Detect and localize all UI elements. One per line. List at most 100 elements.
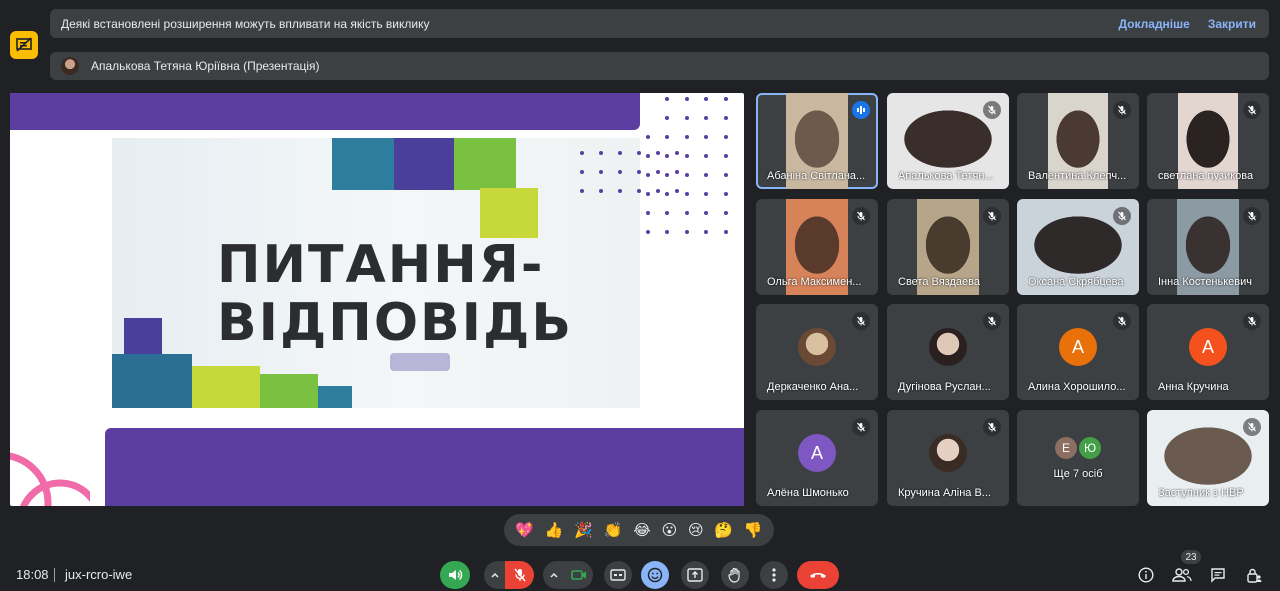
block-lime bbox=[480, 188, 538, 238]
camera-options-button[interactable] bbox=[543, 561, 565, 589]
slide-dot bbox=[685, 230, 689, 234]
slide-dot bbox=[685, 97, 689, 101]
captions-button[interactable] bbox=[604, 561, 632, 589]
party-popper-icon[interactable]: 🎉 bbox=[574, 521, 593, 539]
participant-name: Алёна Шмонько bbox=[767, 487, 849, 499]
participant-avatar bbox=[929, 328, 967, 366]
raise-hand-button[interactable] bbox=[721, 561, 749, 589]
mic-off-icon bbox=[852, 207, 870, 225]
participant-tile[interactable]: Деркаченко Ана... bbox=[756, 304, 878, 400]
captions-icon bbox=[610, 569, 626, 581]
slide-dot bbox=[599, 189, 603, 193]
presentation-indicator-icon[interactable] bbox=[10, 31, 38, 59]
mic-off-icon bbox=[852, 418, 870, 436]
audio-output-button[interactable] bbox=[440, 561, 470, 589]
participant-initial-avatar: Е bbox=[1055, 437, 1077, 459]
slide-bottom-band bbox=[105, 428, 744, 506]
participant-tile[interactable]: Света Вяздаева bbox=[887, 199, 1009, 295]
participant-tile[interactable]: А Алина Хорошило... bbox=[1017, 304, 1139, 400]
presentation-slide: ПИТАННЯ- ВІДПОВІДЬ bbox=[10, 93, 744, 506]
chevron-up-icon bbox=[491, 572, 499, 578]
participant-tile[interactable]: светлана пузикова bbox=[1147, 93, 1269, 189]
mic-off-icon bbox=[983, 101, 1001, 119]
lock-person-icon bbox=[1247, 568, 1262, 583]
slide-dot bbox=[704, 173, 708, 177]
slide-dot bbox=[704, 154, 708, 158]
participant-tile[interactable]: А Анна Кручина bbox=[1147, 304, 1269, 400]
slide-dot bbox=[618, 170, 622, 174]
slide-dot bbox=[675, 189, 679, 193]
leave-call-button[interactable] bbox=[797, 561, 839, 589]
extensions-warning-banner: Деякі встановлені розширення можуть впли… bbox=[50, 9, 1269, 38]
participant-name: Ольга Максимен... bbox=[767, 276, 862, 288]
mic-options-button[interactable] bbox=[484, 561, 506, 589]
participant-name: Деркаченко Ана... bbox=[767, 381, 859, 393]
participant-tile[interactable]: Дугінова Руслан... bbox=[887, 304, 1009, 400]
slide-dot bbox=[665, 97, 669, 101]
slide-dot bbox=[704, 192, 708, 196]
slide-dot bbox=[599, 151, 603, 155]
surprised-icon[interactable]: 😮 bbox=[662, 521, 678, 539]
meeting-details-button[interactable] bbox=[1135, 564, 1157, 586]
slide-dot bbox=[724, 97, 728, 101]
slide-top-band bbox=[10, 93, 640, 130]
participant-tile[interactable]: Заступник з НВР bbox=[1147, 410, 1269, 506]
participant-tile[interactable]: Валентина Клепч... bbox=[1017, 93, 1139, 189]
thinking-icon[interactable]: 🤔 bbox=[714, 521, 733, 539]
participant-tile[interactable]: Інна Костенькевич bbox=[1147, 199, 1269, 295]
chat-button[interactable] bbox=[1207, 564, 1229, 586]
emoji-icon bbox=[647, 567, 663, 583]
slide-dot bbox=[685, 135, 689, 139]
more-participants-avatars: ЕЮ bbox=[1055, 437, 1101, 459]
clock: 18:08 bbox=[16, 567, 49, 582]
block-teal-low bbox=[318, 386, 352, 408]
block-blue bbox=[112, 354, 192, 408]
block-purple bbox=[394, 138, 456, 190]
thumbs-down-icon[interactable]: 👎 bbox=[744, 521, 763, 539]
slide-dot bbox=[665, 192, 669, 196]
camera-toggle-button[interactable] bbox=[564, 561, 593, 589]
laughing-icon[interactable]: 😂 bbox=[633, 521, 651, 539]
meeting-code: jux-rcro-iwe bbox=[65, 567, 133, 582]
participant-name: Валентина Клепч... bbox=[1028, 170, 1127, 182]
mic-off-icon bbox=[1243, 312, 1261, 330]
thumbs-up-icon[interactable]: 👍 bbox=[545, 521, 564, 539]
crying-icon[interactable]: 😢 bbox=[688, 521, 704, 539]
present-icon bbox=[687, 568, 703, 582]
people-button[interactable] bbox=[1171, 564, 1193, 586]
learn-more-link[interactable]: Докладніше bbox=[1118, 17, 1189, 31]
microphone-toggle-button[interactable] bbox=[505, 561, 534, 589]
host-controls-button[interactable] bbox=[1243, 564, 1265, 586]
more-options-button[interactable] bbox=[760, 561, 788, 589]
mic-off-icon bbox=[983, 418, 1001, 436]
sparkling-heart-icon[interactable]: 💖 bbox=[515, 521, 534, 539]
slide-dot bbox=[618, 151, 622, 155]
participant-tile[interactable]: Апалькова Тетян... bbox=[887, 93, 1009, 189]
slide-dot bbox=[665, 230, 669, 234]
participant-name: Абаніна Світлана... bbox=[767, 170, 866, 182]
slide-dot bbox=[665, 135, 669, 139]
close-banner-button[interactable]: Закрити bbox=[1208, 17, 1256, 31]
slide-pink-circles bbox=[10, 452, 90, 506]
participant-tile[interactable]: А Алёна Шмонько bbox=[756, 410, 878, 506]
presenter-avatar bbox=[61, 57, 79, 75]
clapping-icon[interactable]: 👏 bbox=[604, 521, 623, 539]
participant-tile[interactable]: Абаніна Світлана... bbox=[756, 93, 878, 189]
participant-tile[interactable]: Е Ю Ще 7 осіб bbox=[1017, 410, 1139, 506]
mic-off-icon bbox=[1113, 312, 1131, 330]
participant-tile[interactable]: Кручина Аліна В... bbox=[887, 410, 1009, 506]
slide-title-line2: ВІДПОВІДЬ bbox=[217, 293, 573, 353]
slide-dot bbox=[685, 173, 689, 177]
block-green-low bbox=[260, 374, 318, 408]
participant-name: Оксана Скрябцева bbox=[1028, 276, 1124, 288]
presenter-label: Апалькова Тетяна Юріївна (Презентація) bbox=[91, 59, 320, 73]
slide-dot bbox=[675, 151, 679, 155]
present-screen-button[interactable] bbox=[681, 561, 709, 589]
reactions-button[interactable] bbox=[641, 561, 669, 589]
slide-dot bbox=[646, 154, 650, 158]
speaking-indicator-icon bbox=[852, 101, 870, 119]
slide-dot bbox=[685, 154, 689, 158]
participant-initial-avatar: А bbox=[1059, 328, 1097, 366]
participant-tile[interactable]: Ольга Максимен... bbox=[756, 199, 878, 295]
participant-tile[interactable]: Оксана Скрябцева bbox=[1017, 199, 1139, 295]
